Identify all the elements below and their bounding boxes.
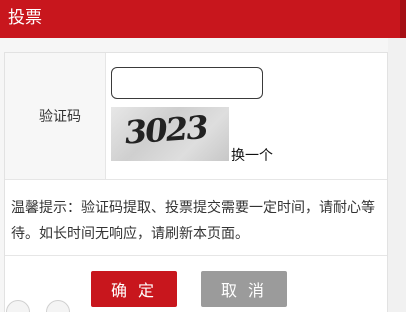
vote-dialog: 投票 验证码 3023 换一个 温馨提示：验证码提取、投票提交需要一定时间，请耐… bbox=[0, 0, 406, 312]
page-title: 投票 bbox=[8, 8, 42, 28]
captcha-label: 验证码 bbox=[39, 109, 81, 125]
refresh-captcha-link[interactable]: 换一个 bbox=[231, 145, 273, 165]
divider bbox=[5, 179, 387, 180]
scrollbar-track[interactable] bbox=[388, 38, 406, 312]
label-column: 验证码 bbox=[5, 53, 106, 179]
captcha-image[interactable]: 3023 bbox=[111, 107, 229, 161]
captcha-input[interactable] bbox=[111, 67, 263, 99]
captcha-code: 3023 bbox=[122, 108, 209, 152]
form-panel: 验证码 3023 换一个 温馨提示：验证码提取、投票提交需要一定时间，请耐心等待… bbox=[4, 52, 388, 312]
cancel-button[interactable]: 取 消 bbox=[201, 271, 287, 307]
header-bar: 投票 bbox=[0, 0, 406, 38]
divider bbox=[5, 255, 387, 256]
confirm-button[interactable]: 确 定 bbox=[91, 271, 177, 307]
scrollbar-thumb[interactable] bbox=[400, 0, 406, 38]
tip-text: 温馨提示：验证码提取、投票提交需要一定时间，请耐心等待。如长时间无响应，请刷新本… bbox=[11, 200, 375, 242]
